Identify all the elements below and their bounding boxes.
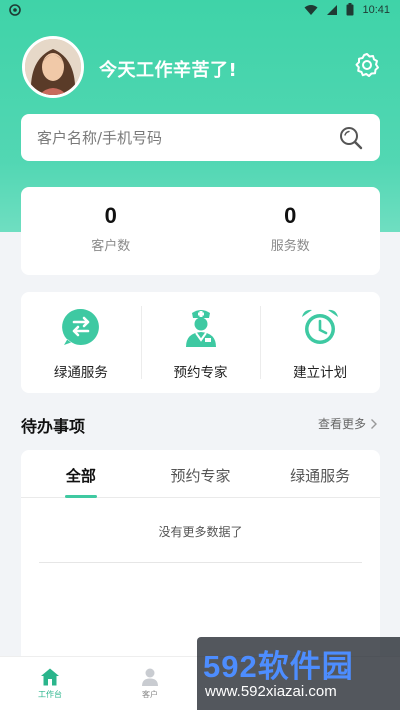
action-label: 预约专家 [173,365,228,381]
empty-state-text: 没有更多数据了 [158,525,243,539]
gear-icon[interactable] [354,52,380,78]
action-green-channel[interactable]: 绿通服务 [21,292,141,393]
status-bar: 10:41 [0,0,400,22]
divider [39,562,362,563]
tab-book-expert[interactable]: 预约专家 [141,450,261,497]
watermark-url: www.592xiazai.com [205,683,337,700]
battery-icon [346,3,354,16]
nav-customers[interactable]: 客户 [100,657,200,710]
signal-icon [327,4,338,15]
app-notification-icon [9,4,21,16]
view-more-label: 查看更多 [317,417,366,431]
watermark: 592软件园 www.592xiazai.com [197,637,400,710]
quick-actions: 绿通服务 预约专家 建立计划 [21,292,380,393]
person-icon [142,668,158,686]
stat-value: 0 [104,203,117,228]
wifi-icon [304,4,318,15]
nurse-icon [185,310,216,347]
stat-customers[interactable]: 0 客户数 [21,187,201,275]
clock: 10:41 [362,3,390,16]
stat-label: 服务数 [270,239,310,254]
nav-workbench[interactable]: 工作台 [0,657,100,710]
stat-label: 客户数 [91,239,131,254]
tab-all[interactable]: 全部 [21,450,141,497]
tab-green-channel[interactable]: 绿通服务 [260,450,380,497]
stat-value: 0 [284,203,297,228]
search-bar[interactable] [21,114,380,161]
nav-label: 客户 [142,690,158,699]
swap-arrows-icon [61,308,99,345]
watermark-brand: 592软件园 [203,649,354,684]
action-label: 建立计划 [293,365,348,381]
view-more-link[interactable]: 查看更多 [318,415,378,432]
stats-card: 0 客户数 0 服务数 [21,187,380,275]
todo-tabs: 全部 预约专家 绿通服务 [21,450,380,498]
home-icon [41,668,59,686]
search-input[interactable] [37,128,327,147]
action-label: 绿通服务 [53,365,108,381]
alarm-clock-icon [302,309,339,344]
action-create-plan[interactable]: 建立计划 [260,292,380,393]
nav-label: 工作台 [38,690,62,699]
avatar[interactable] [22,36,84,98]
chevron-right-icon [371,418,377,429]
avatar-photo [25,39,81,95]
search-icon[interactable] [338,125,364,151]
stat-services[interactable]: 0 服务数 [201,187,381,275]
section-title: 待办事项 [21,417,86,436]
action-book-expert[interactable]: 预约专家 [140,292,261,393]
greeting-text: 今天工作辛苦了! [99,60,238,81]
